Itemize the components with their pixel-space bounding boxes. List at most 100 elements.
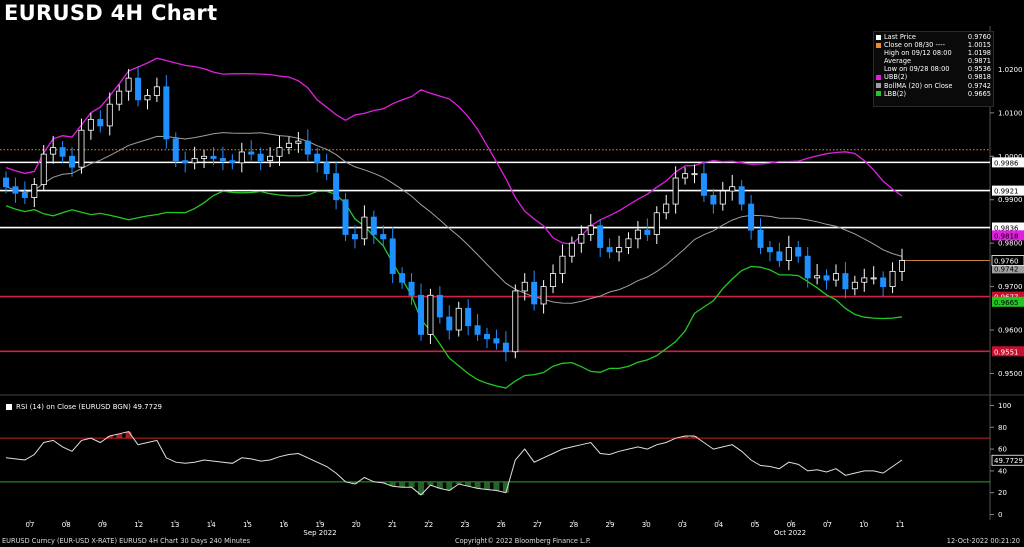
candle-body bbox=[163, 86, 170, 140]
candle-body bbox=[295, 140, 302, 144]
legend-value: 1.0198 bbox=[967, 49, 991, 58]
candle-body bbox=[899, 260, 906, 272]
candle-body bbox=[21, 192, 28, 198]
band-tag-label: 0.9818 bbox=[994, 232, 1019, 240]
candle-body bbox=[172, 138, 179, 162]
candle-body bbox=[351, 234, 358, 240]
price-tick-label: 0.9800 bbox=[998, 240, 1023, 248]
last-price-tag-label: 0.9760 bbox=[994, 258, 1019, 266]
candle-body bbox=[578, 234, 585, 244]
footer: EURUSD Curncy (EUR-USD X-RATE) EURUSD 4H… bbox=[0, 535, 1024, 547]
candle-body bbox=[625, 238, 632, 248]
x-tick-label: 09 bbox=[98, 521, 107, 529]
x-tick-label: 04 bbox=[714, 521, 723, 529]
candle-body bbox=[78, 129, 85, 168]
candle-body bbox=[568, 242, 575, 257]
rsi-tick-label: 80 bbox=[998, 424, 1007, 432]
footer-timestamp: 12-Oct-2022 00:21:20 bbox=[946, 537, 1020, 545]
legend-value: 1.0015 bbox=[967, 41, 991, 50]
price-tick-label: 1.0100 bbox=[998, 109, 1023, 117]
legend-label: Close on 08/30 ---- bbox=[884, 41, 945, 50]
candle-body bbox=[59, 147, 66, 157]
rsi-legend: RSI (14) on Close (EURUSD BGN) 49.7729 bbox=[6, 403, 162, 411]
legend-swatch bbox=[876, 91, 881, 97]
candle-body bbox=[229, 160, 236, 164]
candle-body bbox=[804, 255, 811, 279]
legend-value: 0.9760 bbox=[967, 33, 991, 41]
x-tick-label: 14 bbox=[207, 521, 216, 529]
rsi-tick-label: 20 bbox=[998, 489, 1007, 497]
candle-body bbox=[50, 147, 57, 155]
legend-label: High on 09/12 08:00 bbox=[884, 49, 952, 58]
candle-body bbox=[342, 199, 349, 235]
candle-body bbox=[399, 273, 406, 283]
candle-body bbox=[832, 273, 839, 281]
candle-body bbox=[691, 173, 698, 176]
candle-body bbox=[153, 86, 160, 96]
candle-body bbox=[12, 186, 19, 194]
legend-swatch bbox=[876, 83, 881, 89]
candle-body bbox=[597, 225, 604, 248]
candle-body bbox=[823, 275, 830, 281]
rsi-legend-label: RSI (14) on Close (EURUSD BGN) 49.7729 bbox=[16, 403, 162, 411]
legend-swatch bbox=[876, 51, 881, 56]
candle-body bbox=[880, 277, 887, 287]
candle-body bbox=[370, 216, 377, 235]
candle-body bbox=[870, 277, 877, 280]
candle-body bbox=[634, 229, 641, 240]
candle-body bbox=[238, 151, 245, 164]
legend-swatch bbox=[876, 59, 881, 64]
x-tick-label: 07 bbox=[823, 521, 832, 529]
x-tick-label: 23 bbox=[461, 521, 470, 529]
candle-body bbox=[201, 155, 208, 159]
legend-value: 0.9665 bbox=[967, 89, 991, 98]
legend-label: UBB(2) bbox=[884, 73, 908, 82]
legend-label: Last Price bbox=[884, 33, 916, 41]
legend-swatch bbox=[876, 42, 881, 48]
candle-body bbox=[97, 118, 104, 127]
candle-body bbox=[776, 251, 783, 261]
candle-body bbox=[653, 212, 660, 235]
candle-body bbox=[616, 247, 623, 253]
candle-body bbox=[531, 281, 538, 305]
candle-body bbox=[333, 173, 340, 201]
candle-body bbox=[719, 190, 726, 205]
footer-left: EURUSD Curncy (EUR-USD X-RATE) EURUSD 4H… bbox=[2, 537, 251, 545]
price-chart: 1.02001.01001.00000.99000.98000.97000.96… bbox=[0, 26, 1024, 537]
x-tick-label: 13 bbox=[171, 521, 180, 529]
candle-body bbox=[31, 184, 38, 198]
legend-row: BollMA (20) on Close 0.9742 bbox=[876, 82, 993, 90]
level-tag-label: 0.9986 bbox=[994, 159, 1019, 167]
candle-body bbox=[210, 155, 217, 159]
candle-body bbox=[587, 225, 594, 235]
candle-body bbox=[125, 77, 132, 92]
price-tick-label: 0.9900 bbox=[998, 196, 1023, 204]
candle-body bbox=[493, 338, 500, 344]
candle-body bbox=[663, 203, 670, 214]
candle-body bbox=[785, 247, 792, 261]
candle-body bbox=[248, 151, 255, 155]
candle-body bbox=[285, 142, 292, 149]
rsi-tick-label: 40 bbox=[998, 467, 1007, 475]
x-tick-label: 30 bbox=[642, 521, 651, 529]
legend-swatch bbox=[876, 67, 881, 72]
candle-body bbox=[474, 325, 481, 335]
legend-row: Last Price 0.9760 bbox=[876, 33, 993, 41]
level-tag-label: 0.9921 bbox=[994, 188, 1019, 196]
legend-row: LBB(2) 0.9665 bbox=[876, 90, 993, 98]
candle-body bbox=[182, 160, 189, 164]
candle-body bbox=[700, 173, 707, 196]
candle-body bbox=[512, 290, 519, 353]
price-tick-label: 0.9500 bbox=[998, 370, 1023, 378]
price-tick-label: 1.0200 bbox=[998, 66, 1023, 74]
candle-body bbox=[116, 90, 123, 105]
legend-value: 0.9536 bbox=[967, 65, 991, 74]
candle-body bbox=[738, 186, 745, 205]
x-tick-label: 15 bbox=[243, 521, 252, 529]
legend-row: Low on 09/28 08:00 0.9536 bbox=[876, 65, 993, 73]
candle-body bbox=[710, 194, 717, 205]
candle-body bbox=[729, 186, 736, 192]
candle-body bbox=[540, 286, 547, 305]
candle-body bbox=[606, 247, 613, 253]
x-tick-label: 28 bbox=[569, 521, 578, 529]
